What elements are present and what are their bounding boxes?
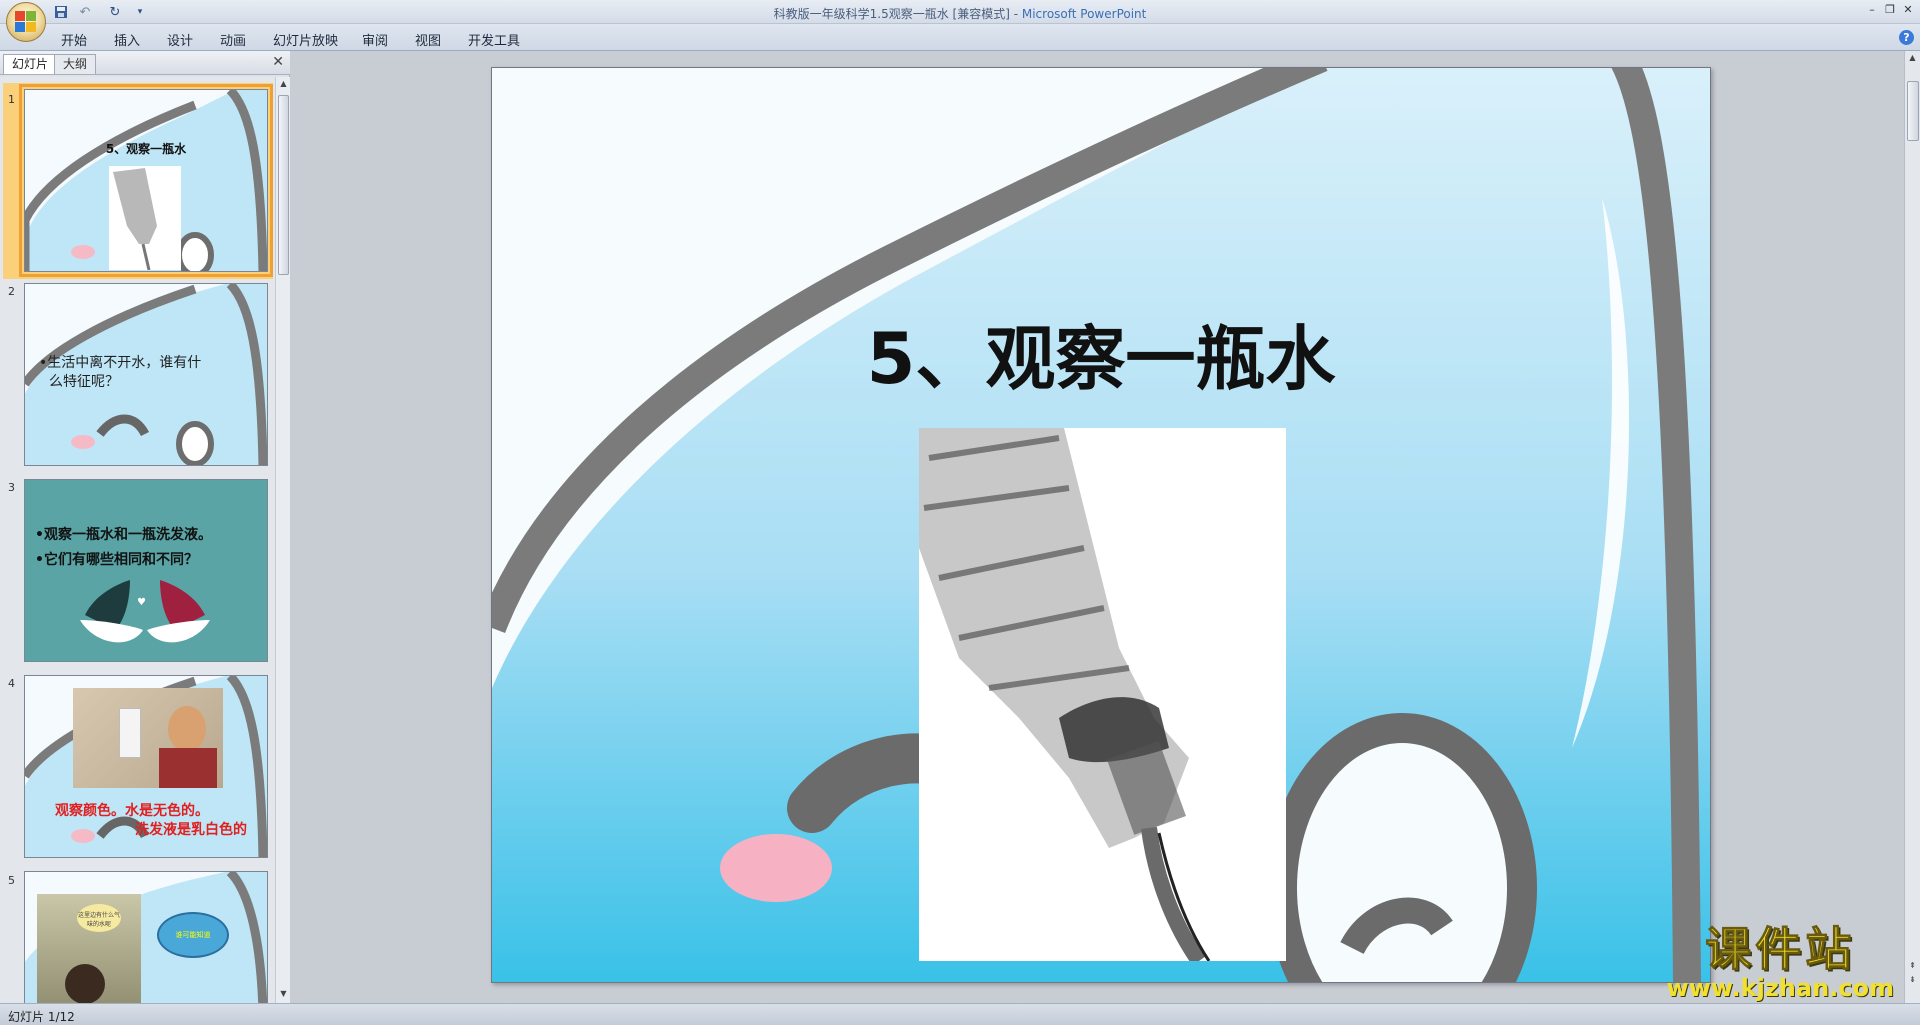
close-button[interactable]: ✕ <box>1900 3 1916 17</box>
help-icon[interactable]: ? <box>1899 30 1914 45</box>
thumbnail-list: 1 5、观察一瓶水 2 •生活中离不开水，谁有什 么特征呢？ 3 •观察一瓶水和… <box>0 77 275 1003</box>
speech-bubble: 谁可能知道 <box>157 912 229 958</box>
svg-text:♥: ♥ <box>137 597 146 608</box>
thumbnail-bullet: •生活中离不开水，谁有什 <box>39 355 202 371</box>
thumbnail-scrollbar[interactable]: ▲ ▼ <box>275 77 290 1003</box>
tab-review[interactable]: 审阅 <box>362 30 388 49</box>
tab-design[interactable]: 设计 <box>167 30 193 49</box>
speech-bubble: 这里边有什么气味的水呢 <box>77 904 121 932</box>
thumbnail-number: 4 <box>8 677 15 690</box>
tab-insert[interactable]: 插入 <box>114 30 140 49</box>
thumbnail-bullet: 么特征呢？ <box>49 374 119 390</box>
thumbnail-number: 1 <box>8 93 15 106</box>
birds-illustration: ♥ <box>80 580 210 643</box>
thumbnail-number: 2 <box>8 285 15 298</box>
previous-slide-icon[interactable]: ⇞ <box>1907 961 1918 973</box>
thumbnail-bullet: •观察一瓶水和一瓶洗发液。 <box>35 527 212 543</box>
minimize-button[interactable]: – <box>1864 3 1880 17</box>
watermark-url: www.kjzhan.com <box>1666 974 1894 1002</box>
thumbnail-number: 5 <box>8 874 15 887</box>
scroll-down-icon[interactable]: ▼ <box>278 989 289 1001</box>
scroll-thumb[interactable] <box>278 95 289 275</box>
close-panel-icon[interactable]: ✕ <box>272 54 284 70</box>
watermark-text: 课件站 <box>1705 922 1856 976</box>
scroll-up-icon[interactable]: ▲ <box>1907 53 1918 65</box>
ribbon-tabs: 开始 插入 设计 动画 幻灯片放映 审阅 视图 开发工具 ? <box>0 24 1920 51</box>
watermark-logo: 课件站 www.kjzhan.com <box>1666 922 1894 1002</box>
tab-slideshow[interactable]: 幻灯片放映 <box>273 30 338 49</box>
slide-thumbnail-1[interactable]: 5、观察一瓶水 <box>19 84 273 277</box>
slide-thumbnail-2[interactable]: •生活中离不开水，谁有什 么特征呢？ <box>24 283 268 466</box>
next-slide-icon[interactable]: ⇟ <box>1907 975 1918 987</box>
bottle-image <box>109 166 181 271</box>
thumbnail-title: 5、观察一瓶水 <box>105 142 187 156</box>
title-bar: ↶ ↻ ▾ 科教版一年级科学1.5观察一瓶水 [兼容模式] - Microsof… <box>0 0 1920 42</box>
office-logo-icon <box>14 10 38 34</box>
status-bar: 幻灯片 1/12 <box>0 1003 1920 1025</box>
boy-photo <box>73 688 223 788</box>
app-name: Microsoft PowerPoint <box>1021 7 1147 21</box>
document-title: 科教版一年级科学1.5观察一瓶水 [兼容模式] <box>773 7 1010 21</box>
slide-thumbnail-5[interactable]: 这里边有什么气味的水呢 谁可能知道 <box>24 871 268 1003</box>
restore-button[interactable]: ❐ <box>1882 3 1898 17</box>
window-title: 科教版一年级科学1.5观察一瓶水 [兼容模式] - Microsoft Powe… <box>773 7 1147 21</box>
tab-slides[interactable]: 幻灯片 <box>3 54 58 74</box>
thumbnail-number: 3 <box>8 481 15 494</box>
panel-tabs: 幻灯片 大纲 ✕ <box>0 51 290 75</box>
thumbnail-caption: 洗发液是乳白色的 <box>135 822 247 838</box>
slide-title[interactable]: 5、观察一瓶水 <box>492 303 1710 404</box>
tab-home[interactable]: 开始 <box>61 30 87 49</box>
slides-panel: 幻灯片 大纲 ✕ 1 5、观察一瓶水 2 •生活中离不开水，谁有什 么特征呢？ … <box>0 51 290 1003</box>
slide-thumbnail-4[interactable]: 观察颜色。水是无色的。 洗发液是乳白色的 <box>24 675 268 858</box>
tab-animations[interactable]: 动画 <box>220 30 246 49</box>
tab-view[interactable]: 视图 <box>415 30 441 49</box>
current-slide[interactable]: 5、观察一瓶水 <box>491 67 1711 983</box>
scroll-up-icon[interactable]: ▲ <box>278 79 289 91</box>
office-button[interactable] <box>6 2 46 42</box>
tab-developer[interactable]: 开发工具 <box>468 30 520 49</box>
scroll-thumb[interactable] <box>1907 81 1919 141</box>
slide-thumbnail-3[interactable]: •观察一瓶水和一瓶洗发液。 •它们有哪些相同和不同？ ♥ <box>24 479 268 662</box>
slide-editor: 5、观察一瓶水 <box>291 51 1920 1003</box>
bottle-image[interactable] <box>919 428 1286 961</box>
thumbnail-caption: 观察颜色。水是无色的。 <box>55 803 209 819</box>
main-scrollbar[interactable]: ▲ ⇞ ⇟ <box>1904 51 1920 1003</box>
tab-outline[interactable]: 大纲 <box>54 54 97 74</box>
slide-counter: 幻灯片 1/12 <box>8 1010 75 1024</box>
child-photo: 这里边有什么气味的水呢 <box>37 894 141 1003</box>
thumbnail-bullet: •它们有哪些相同和不同？ <box>35 552 198 568</box>
